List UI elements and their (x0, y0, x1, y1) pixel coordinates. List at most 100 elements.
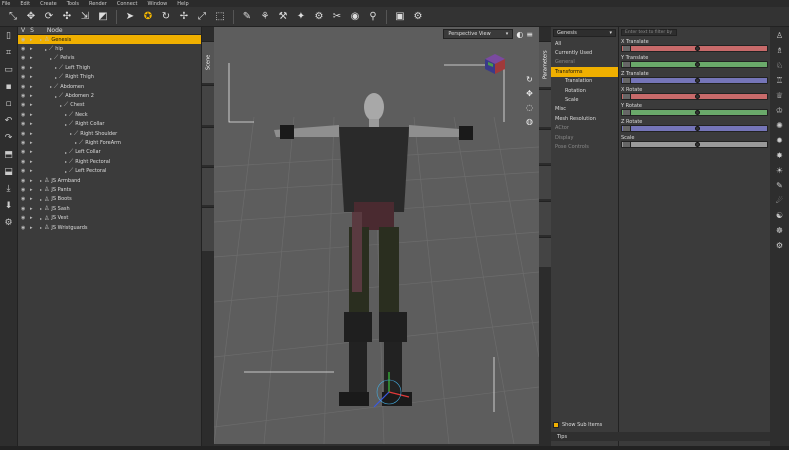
surface-selection-icon[interactable]: ⬚ (213, 10, 227, 24)
eye-icon[interactable]: ◉ (21, 65, 25, 71)
scene-row[interactable]: ◉ ▸ ▸ ⟋ Right ForeArm (18, 138, 201, 147)
select-column[interactable]: S (30, 27, 34, 34)
slider-knob[interactable] (694, 126, 700, 131)
expand-icon[interactable]: ▸ (40, 197, 42, 202)
expand-icon[interactable]: ▸ (65, 169, 67, 174)
param-group-item[interactable]: Translation (551, 77, 618, 86)
scene-row[interactable]: ◉ ▸ ▸ ♙ JS Pants (18, 185, 201, 194)
node-select-icon[interactable]: ➤ (123, 10, 137, 24)
new-file-icon[interactable]: ▯ (6, 31, 11, 43)
wardrobe-icon[interactable]: ♖ (776, 76, 783, 87)
content-icon[interactable]: ☸ (776, 226, 783, 237)
slider-track[interactable] (621, 93, 768, 100)
import-icon[interactable]: ⬓ (4, 167, 13, 179)
param-group-item[interactable]: General (551, 58, 618, 67)
expand-icon[interactable]: ▸ (70, 131, 72, 136)
select-icon[interactable]: ▸ (30, 93, 33, 99)
viewport-3d[interactable]: Perspective View ▾ ◐ ≡ ↻ ✥ ◌ ◍ (214, 27, 539, 444)
slider-knob[interactable] (694, 142, 700, 147)
show-sub-checkbox[interactable] (553, 422, 559, 428)
pose-tool-icon[interactable]: ✦ (294, 10, 308, 24)
expand-icon[interactable]: ▸ (65, 122, 67, 127)
camera-icon[interactable]: ◉ (348, 10, 362, 24)
expand-icon[interactable]: ▸ (55, 65, 57, 70)
expand-icon[interactable]: ▸ (40, 225, 42, 230)
eye-icon[interactable]: ◉ (21, 178, 25, 184)
slider-lock-icon[interactable] (623, 46, 631, 51)
settings-icon[interactable]: ⚙ (776, 241, 783, 252)
orbit-icon[interactable]: ↻ (526, 75, 533, 84)
scene-row[interactable]: ◉ ▸ ▸ ⟋ Right Thigh (18, 73, 201, 82)
props-icon[interactable]: ♕ (776, 91, 783, 102)
eye-icon[interactable]: ◉ (21, 215, 25, 221)
eye-icon[interactable]: ◉ (21, 93, 25, 99)
spot-render-icon[interactable]: ⚘ (258, 10, 272, 24)
scene-row[interactable]: ◉ ▸ ▸ ⟋ hip (18, 44, 201, 53)
select-icon[interactable]: ▸ (30, 74, 33, 80)
menu-file[interactable]: File (2, 1, 10, 7)
slider-lock-icon[interactable] (623, 94, 631, 99)
eye-icon[interactable]: ◉ (21, 149, 25, 155)
slider-track[interactable] (621, 141, 768, 148)
select-icon[interactable]: ▸ (30, 55, 33, 61)
select-icon[interactable]: ▸ (30, 102, 33, 108)
param-group-item[interactable]: Rotation (551, 86, 618, 95)
select-icon[interactable]: ▸ (30, 225, 33, 231)
scene-row[interactable]: ◉ ▸ ▸ ♙ JS Sash (18, 204, 201, 213)
select-icon[interactable]: ▸ (30, 84, 33, 90)
morph-icon[interactable]: ☄ (776, 196, 783, 207)
slider-knob[interactable] (694, 110, 700, 115)
filter-input[interactable]: Enter text to filter by (621, 29, 677, 36)
eye-icon[interactable]: ◉ (21, 131, 25, 137)
param-group-item[interactable]: Display (551, 133, 618, 142)
slider-lock-icon[interactable] (623, 126, 631, 131)
redo-icon[interactable]: ↷ (5, 133, 13, 145)
universal-tool-icon[interactable]: ✥ (24, 10, 38, 24)
param-group-item[interactable]: All (551, 39, 618, 48)
select-icon[interactable]: ▸ (30, 178, 33, 184)
scene-row[interactable]: ◉ ▸ ▸ ⟋ Left Thigh (18, 63, 201, 72)
slider-lock-icon[interactable] (623, 142, 631, 147)
menu-connect[interactable]: Connect (117, 1, 138, 7)
eye-icon[interactable]: ◉ (21, 159, 25, 165)
figure-icon[interactable]: ♙ (776, 31, 783, 42)
scene-row[interactable]: ◉ ▸ ▸ ♙ JS Vest (18, 213, 201, 222)
select-icon[interactable]: ▸ (30, 131, 33, 137)
scale-icon[interactable]: ⤢ (195, 10, 209, 24)
slider-track[interactable] (621, 45, 768, 52)
node-selection-icon[interactable]: ⤡ (6, 10, 20, 24)
draw-style-icon[interactable]: ◐ (516, 30, 523, 39)
select-icon[interactable]: ▸ (30, 46, 33, 52)
zoom-icon[interactable]: ◌ (526, 103, 533, 112)
scene-row[interactable]: ◉ ▸ ▸ ⟋ Right Shoulder (18, 129, 201, 138)
eye-icon[interactable]: ◉ (21, 46, 25, 52)
expand-icon[interactable]: ▸ (55, 75, 57, 80)
animate-icon[interactable]: ☯ (776, 211, 783, 222)
brush-icon[interactable]: ✎ (776, 181, 783, 192)
translate-tool-icon[interactable]: ✣ (60, 10, 74, 24)
param-group-item[interactable]: Mesh Resolution (551, 114, 618, 123)
view-cube[interactable] (484, 53, 506, 75)
param-group-item[interactable]: Misc (551, 105, 618, 114)
transform-tool-icon[interactable]: ◩ (96, 10, 110, 24)
select-icon[interactable]: ▸ (30, 65, 33, 71)
region-navigator-icon[interactable]: ⚒ (276, 10, 290, 24)
pose-icon[interactable]: ♗ (776, 46, 783, 57)
eye-icon[interactable]: ◉ (21, 102, 25, 108)
slider-knob[interactable] (694, 78, 700, 83)
node-column[interactable]: Node (47, 27, 63, 34)
menu-window[interactable]: Window (148, 1, 168, 7)
scale-tool-icon[interactable]: ⇲ (78, 10, 92, 24)
pan-icon[interactable]: ✥ (526, 89, 533, 98)
scene-row[interactable]: ◉ ▸ ▸ ♙ Genesis (18, 35, 201, 45)
shader-icon[interactable]: ✸ (776, 151, 783, 162)
scene-row[interactable]: ◉ ▸ ▸ ⟋ Abdomen (18, 82, 201, 91)
param-group-item[interactable]: ACtor (551, 124, 618, 133)
export-icon[interactable]: ⤓ (7, 184, 11, 196)
scene-row[interactable]: ◉ ▸ ▸ ⟋ Abdomen 2 (18, 91, 201, 100)
scene-row[interactable]: ◉ ▸ ▸ ⟋ Chest (18, 101, 201, 110)
expand-icon[interactable]: ▸ (40, 178, 42, 183)
eye-icon[interactable]: ◉ (21, 168, 25, 174)
figure-select[interactable]: Genesis ▾ (553, 29, 616, 37)
expand-icon[interactable]: ▸ (40, 187, 42, 192)
